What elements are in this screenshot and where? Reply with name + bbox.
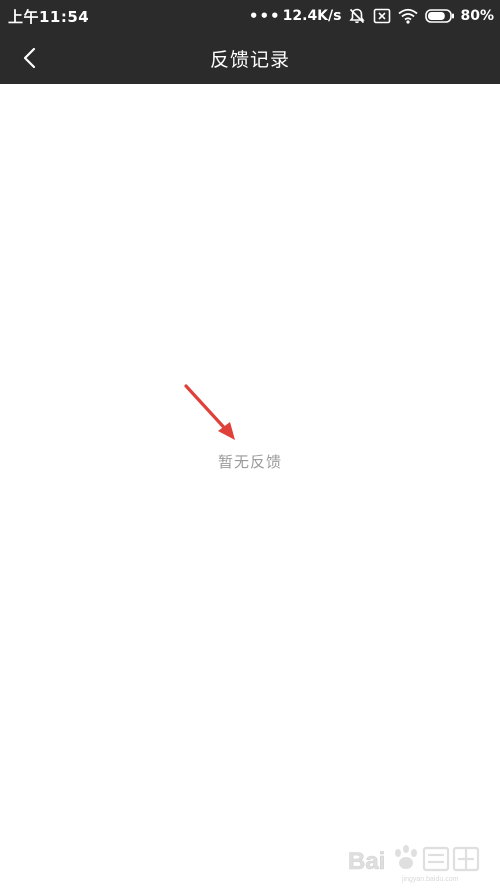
battery-fill [428, 12, 446, 20]
battery-icon [425, 9, 455, 23]
sim-blocked-icon [374, 8, 391, 24]
title-bar: 反馈记录 [0, 32, 500, 84]
svg-text:Bai: Bai [348, 848, 385, 875]
status-time: 上午11:54 [8, 8, 90, 26]
mute-bell-icon [349, 8, 366, 24]
network-dots: ••• [248, 7, 281, 25]
wifi-icon [398, 8, 419, 24]
status-indicators: ••• 12.4K/s 80% [249, 0, 494, 32]
feedback-list-empty: 暂无反馈 [0, 84, 500, 889]
svg-text:jingyan.baidu.com: jingyan.baidu.com [401, 876, 459, 883]
battery-percent: 80% [460, 8, 494, 24]
empty-state-text: 暂无反馈 [217, 453, 282, 471]
status-bar: 上午11:54 ••• 12.4K/s 80% [0, 0, 500, 32]
network-speed: 12.4K/s [282, 8, 342, 24]
baidu-jingyan-watermark: Bai jingyan.baidu.com [348, 845, 480, 883]
page-title: 反馈记录 [209, 49, 290, 71]
annotation-arrow-icon [184, 384, 235, 440]
screen: 上午11:54 ••• 12.4K/s 80% 反馈记录 暂无反馈 Bai ji… [0, 0, 500, 889]
